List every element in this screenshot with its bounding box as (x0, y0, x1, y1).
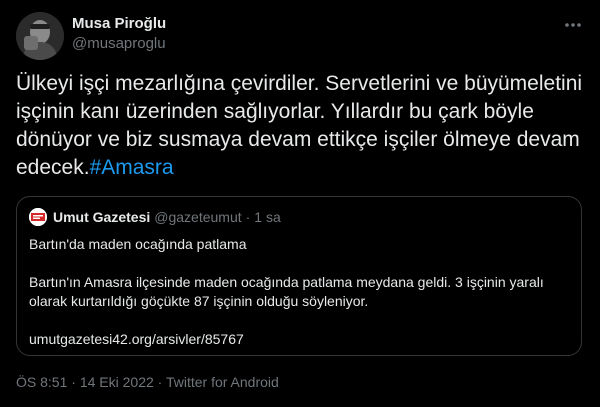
quoted-link[interactable]: umutgazetesi42.org/arsivler/85767 (29, 330, 569, 349)
quoted-headline: Bartın'da maden ocağında patlama (29, 236, 247, 252)
more-options-button[interactable] (562, 14, 584, 36)
author-info: Musa Piroğlu @musaproglu (72, 14, 166, 54)
quoted-tweet-header: Umut Gazetesi @gazeteumut · 1 sa (29, 207, 569, 227)
more-horizontal-icon (565, 23, 581, 27)
author-handle[interactable]: @musaproglu (72, 34, 166, 54)
tweet-text: Ülkeyi işçi mezarlığına çevirdiler. Serv… (16, 70, 584, 182)
quoted-text: Bartın'ın Amasra ilçesinde maden ocağınd… (29, 274, 544, 309)
meta-separator: · (71, 374, 76, 390)
quoted-separator: · (245, 209, 251, 225)
quoted-author-handle[interactable]: @gazeteumut (154, 209, 241, 225)
quoted-tweet[interactable]: Umut Gazetesi @gazeteumut · 1 sa Bartın'… (16, 196, 582, 356)
hashtag-link[interactable]: #Amasra (90, 156, 174, 179)
tweet-meta: ÖS 8:51 · 14 Eki 2022 · Twitter for Andr… (16, 374, 279, 390)
tweet-source[interactable]: Twitter for Android (166, 374, 279, 390)
meta-separator: · (157, 374, 163, 390)
tweet-time[interactable]: ÖS 8:51 (16, 374, 67, 390)
author-avatar[interactable] (16, 12, 64, 60)
author-display-name[interactable]: Musa Piroğlu (72, 14, 166, 34)
quoted-timestamp[interactable]: 1 sa (254, 209, 280, 225)
quoted-tweet-body: Bartın'da maden ocağında patlama Bartın'… (29, 235, 569, 349)
tweet-date[interactable]: 14 Eki 2022 (80, 374, 154, 390)
quoted-author-avatar[interactable] (29, 208, 47, 226)
quoted-author-name[interactable]: Umut Gazetesi (53, 209, 150, 225)
tweet: Musa Piroğlu @musaproglu Ülkeyi işçi mez… (0, 0, 600, 407)
